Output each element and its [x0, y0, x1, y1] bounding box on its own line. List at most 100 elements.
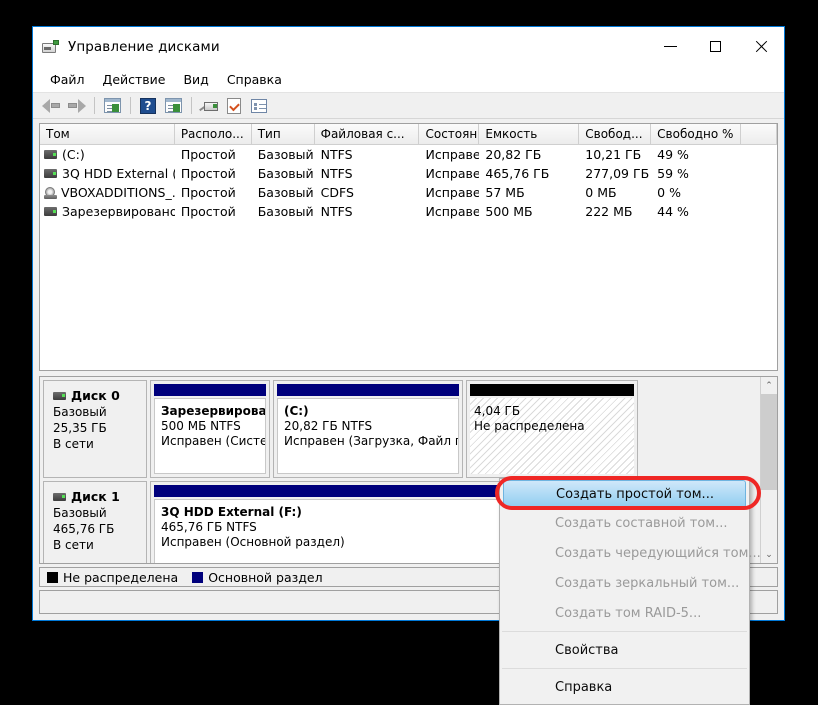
partition-name-label: (C:) — [284, 404, 458, 418]
scroll-down-arrow-icon[interactable]: ⌄ — [761, 546, 778, 563]
unallocated-space[interactable]: 4,04 ГБНе распределена — [466, 380, 638, 478]
volume-layout-cell: Простой — [175, 183, 252, 202]
toolbar: ? — [33, 92, 784, 119]
context-menu-item: Создать чередующийся том... — [500, 538, 749, 568]
volume-list-column-header[interactable]: Свобод... — [579, 124, 651, 144]
disk-row: Диск 0 Базовый 25,35 ГБ В сети Зарезервирова… — [43, 380, 757, 478]
help-icon[interactable]: ? — [136, 94, 160, 117]
properties-icon[interactable] — [222, 94, 246, 117]
partition-size-label: 20,82 ГБ NTFS — [284, 419, 458, 433]
volume-status-cell: Исправен... — [419, 202, 479, 221]
volume-icon — [44, 207, 57, 216]
minimize-button[interactable] — [648, 27, 693, 66]
menu-item-help[interactable]: Справка — [218, 69, 291, 90]
menu-item-view[interactable]: Вид — [174, 69, 217, 90]
volume-filesystem-cell: NTFS — [315, 145, 420, 164]
show-hide-console-tree-icon[interactable] — [100, 94, 124, 117]
volume-free_percent-cell: 0 % — [651, 183, 741, 202]
maximize-button[interactable] — [693, 27, 738, 66]
graph-vertical-scrollbar[interactable]: ⌃ ⌄ — [760, 377, 777, 563]
partition-size-label: 500 МБ NTFS — [161, 419, 265, 433]
close-button[interactable] — [738, 27, 783, 66]
volume-name-cell: 3Q HDD External (F:) — [40, 164, 175, 183]
legend-item-unallocated: Не распределена — [47, 570, 178, 585]
disk-title: Диск 0 — [53, 388, 146, 403]
volume-icon — [44, 169, 57, 178]
volume-capacity-cell: 57 МБ — [479, 183, 579, 202]
partition-status-label: Исправен (Система — [161, 434, 265, 448]
volume-list-column-header[interactable]: Состояние — [419, 124, 479, 144]
volume-free_percent-cell: 59 % — [651, 164, 741, 183]
volume-list-column-header[interactable] — [741, 124, 777, 144]
partition-status-label: Исправен (Загрузка, Файл подка — [284, 434, 458, 448]
partition-status-label: Не распределена — [474, 419, 634, 433]
volume-list-column-header[interactable]: Емкость — [479, 124, 579, 144]
window-controls — [648, 27, 783, 66]
toolbar-separator — [130, 97, 131, 114]
volume-free_percent-cell: 44 % — [651, 202, 741, 221]
volume-list-column-header[interactable]: Свободно % — [651, 124, 741, 144]
rescan-disks-icon[interactable] — [197, 94, 221, 117]
disk-status-label: В сети — [53, 437, 146, 451]
menu-item-action[interactable]: Действие — [94, 69, 175, 90]
title-bar: Управление дисками — [33, 27, 784, 67]
volume-free-cell: 277,09 ГБ — [579, 164, 651, 183]
scrollbar-track[interactable] — [761, 394, 778, 546]
context-menu[interactable]: Создать простой том...Создать составной … — [499, 478, 750, 705]
volume-icon — [44, 150, 57, 159]
legend-item-primary: Основной раздел — [192, 570, 322, 585]
table-row[interactable]: (C:)ПростойБазовыйNTFSИсправен...20,82 Г… — [40, 145, 777, 164]
volume-list-column-header[interactable]: Файловая с... — [315, 124, 420, 144]
volume-name-label: Зарезервировано... — [62, 204, 175, 219]
volume-filesystem-cell: NTFS — [315, 202, 420, 221]
context-menu-item[interactable]: Создать простой том... — [503, 480, 746, 508]
volume-spacer-cell — [741, 183, 777, 202]
volume-spacer-cell — [741, 202, 777, 221]
volume-type-cell: Базовый — [252, 202, 315, 221]
volume-list-column-header[interactable]: Располо... — [175, 124, 252, 144]
table-row[interactable]: VBOXADDITIONS_...ПростойБазовыйCDFSИспра… — [40, 183, 777, 202]
volume-name-cell: (C:) — [40, 145, 175, 164]
partition-size-label: 4,04 ГБ — [474, 404, 634, 418]
disk-management-window: Управление дисками Файл Действие Вид Спр… — [32, 26, 785, 621]
legend-label-primary: Основной раздел — [208, 570, 322, 585]
partition-block[interactable]: Зарезервировано500 МБ NTFSИсправен (Сист… — [150, 380, 270, 478]
toolbar-separator — [94, 97, 95, 114]
list-view-icon[interactable] — [247, 94, 271, 117]
volume-list-column-header[interactable]: Тип — [252, 124, 315, 144]
context-menu-item: Создать составной том... — [500, 508, 749, 538]
volume-name-label: (C:) — [62, 147, 85, 162]
window-title: Управление дисками — [68, 39, 220, 55]
disk-size-label: 25,35 ГБ — [53, 421, 146, 435]
menu-bar: Файл Действие Вид Справка — [33, 67, 784, 92]
volume-spacer-cell — [741, 164, 777, 183]
volume-status-cell: Исправен... — [419, 164, 479, 183]
menu-item-file[interactable]: Файл — [41, 69, 94, 90]
disk-type-label: Базовый — [53, 405, 146, 419]
scrollbar-thumb[interactable] — [761, 394, 778, 490]
volume-type-cell: Базовый — [252, 145, 315, 164]
toolbar-separator — [191, 97, 192, 114]
volume-filesystem-cell: CDFS — [315, 183, 420, 202]
back-arrow-icon[interactable] — [39, 94, 63, 117]
volume-list[interactable]: ТомРасполо...ТипФайловая с...СостояниеЕм… — [39, 123, 778, 371]
volume-free-cell: 0 МБ — [579, 183, 651, 202]
table-row[interactable]: 3Q HDD External (F:)ПростойБазовыйNTFSИс… — [40, 164, 777, 183]
partition-color-bar — [277, 384, 459, 396]
disk-info-panel[interactable]: Диск 1Базовый465,76 ГБВ сети — [43, 481, 147, 563]
volume-name-label: 3Q HDD External (F:) — [62, 166, 175, 181]
volume-list-column-header[interactable]: Том — [40, 124, 175, 144]
context-menu-item[interactable]: Справка — [500, 672, 749, 702]
disk-info-panel[interactable]: Диск 0 Базовый 25,35 ГБ В сети — [43, 380, 147, 478]
forward-arrow-icon[interactable] — [64, 94, 88, 117]
legend-swatch-unallocated-icon — [47, 572, 58, 583]
table-row[interactable]: Зарезервировано...ПростойБазовыйNTFSИспр… — [40, 202, 777, 221]
scroll-up-arrow-icon[interactable]: ⌃ — [761, 377, 778, 394]
show-action-pane-icon[interactable] — [161, 94, 185, 117]
disk-size-label: 465,76 ГБ — [53, 522, 146, 536]
partition-block[interactable]: (C:)20,82 ГБ NTFSИсправен (Загрузка, Фай… — [273, 380, 463, 478]
partition-body: Зарезервировано500 МБ NTFSИсправен (Сист… — [154, 398, 266, 474]
disk-management-icon — [42, 39, 60, 55]
cd-drive-icon — [44, 187, 57, 199]
context-menu-item: Создать зеркальный том... — [500, 568, 749, 598]
